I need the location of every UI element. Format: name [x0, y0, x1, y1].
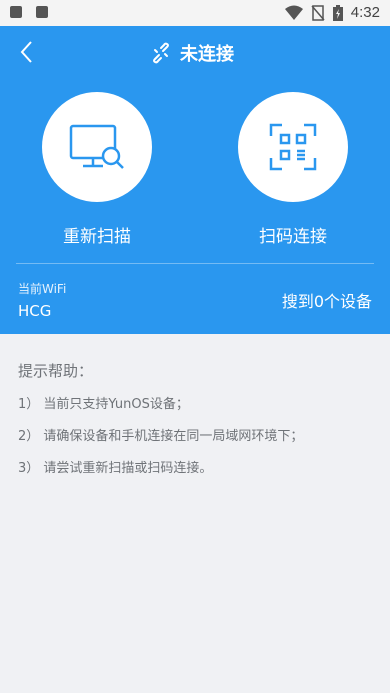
- wifi-icon: [284, 5, 303, 20]
- battery-charging-icon: [332, 4, 343, 21]
- qr-scan-icon: [269, 123, 317, 171]
- no-sim-icon: [311, 4, 325, 21]
- monitor-search-icon: [69, 124, 124, 169]
- back-button[interactable]: [14, 38, 42, 66]
- help-title: 提示帮助：: [18, 362, 94, 380]
- scan-code-label: 扫码连接: [259, 227, 327, 247]
- scan-code-circle[interactable]: [238, 92, 348, 202]
- rescan-button[interactable]: 重新扫描: [42, 92, 152, 247]
- wifi-caption: 当前WiFi: [18, 282, 67, 296]
- rescan-label: 重新扫描: [63, 227, 131, 247]
- device-count: 搜到0个设备: [281, 292, 372, 311]
- status-time: 4:32: [350, 4, 380, 21]
- page-title: 未连接: [180, 44, 234, 65]
- image-notification-icon: [10, 6, 22, 18]
- help-item: 1） 当前只支持YunOS设备；: [18, 397, 189, 412]
- scan-code-button[interactable]: 扫码连接: [238, 92, 348, 247]
- help-item: 2） 请确保设备和手机连接在同一局域网环境下；: [18, 429, 304, 444]
- broken-link-icon: [153, 42, 169, 64]
- connection-panel: 未连接 重新扫描 扫码连接 当前WiFi HCG 搜到0个设备: [0, 26, 390, 334]
- text-notification-icon: [36, 6, 48, 18]
- wifi-name: HCG: [18, 302, 52, 320]
- rescan-circle[interactable]: [42, 92, 152, 202]
- status-bar: 4:32: [0, 0, 390, 26]
- title-group: 未连接: [150, 40, 234, 66]
- help-item: 3） 请尝试重新扫描或扫码连接。: [18, 461, 213, 476]
- top-bar: 未连接: [0, 26, 390, 78]
- chevron-left-icon: [20, 41, 32, 63]
- help-section: 提示帮助： 1） 当前只支持YunOS设备； 2） 请确保设备和手机连接在同一局…: [18, 360, 378, 489]
- divider: [16, 263, 374, 264]
